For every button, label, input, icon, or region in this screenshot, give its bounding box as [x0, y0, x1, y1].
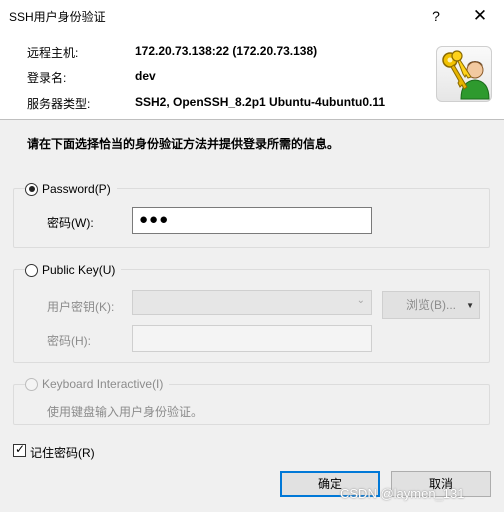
- help-button[interactable]: ?: [424, 5, 448, 27]
- public-key-radio[interactable]: [25, 263, 38, 277]
- passphrase-label: 密码(H):: [47, 334, 91, 348]
- password-radio-option[interactable]: Password(P): [25, 181, 117, 197]
- password-value: ●●●: [139, 211, 170, 228]
- browse-button-label: 浏览(B)...: [406, 298, 456, 312]
- watermark-text: CSDN @laymen_131: [340, 486, 465, 501]
- remote-host-label: 远程主机:: [27, 46, 79, 60]
- keyboard-interactive-description: 使用键盘输入用户身份验证。: [47, 405, 204, 419]
- user-key-select[interactable]: ⌄: [132, 290, 372, 315]
- login-name-label: 登录名:: [27, 71, 67, 85]
- remote-host-value: 172.20.73.138:22 (172.20.73.138): [135, 44, 318, 58]
- login-name-value: dev: [135, 69, 156, 83]
- checkmark-icon: ✓: [15, 442, 26, 456]
- chevron-down-icon: ⌄: [356, 295, 365, 306]
- public-key-radio-option[interactable]: Public Key(U): [25, 262, 122, 278]
- keyboard-interactive-radio-label: Keyboard Interactive(I): [42, 377, 168, 391]
- passphrase-input[interactable]: [132, 325, 372, 352]
- password-radio-label: Password(P): [42, 182, 115, 196]
- dropdown-arrow-icon: ▼: [466, 301, 474, 310]
- window-title: SSH用户身份验证: [9, 10, 106, 24]
- keyboard-interactive-radio-option[interactable]: Keyboard Interactive(I): [25, 376, 170, 392]
- keyboard-interactive-radio[interactable]: [25, 377, 38, 391]
- remember-password-label: 记住密码(R): [30, 446, 95, 460]
- user-key-label: 用户密钥(K):: [47, 300, 115, 314]
- instruction-text: 请在下面选择恰当的身份验证方法并提供登录所需的信息。: [27, 137, 340, 151]
- close-button[interactable]: ✕: [466, 5, 494, 27]
- password-input[interactable]: ●●●: [132, 207, 372, 234]
- server-type-label: 服务器类型:: [27, 97, 91, 111]
- remember-password-checkbox[interactable]: ✓: [13, 442, 26, 457]
- password-radio[interactable]: [25, 182, 38, 196]
- server-type-value: SSH2, OpenSSH_8.2p1 Ubuntu-4ubuntu0.11: [135, 95, 386, 109]
- browse-button[interactable]: 浏览(B)... ▼: [382, 291, 480, 319]
- title-bar: SSH用户身份验证 ? ✕: [0, 0, 504, 32]
- user-keys-icon: [436, 46, 492, 102]
- password-field-label: 密码(W):: [47, 216, 94, 230]
- public-key-radio-label: Public Key(U): [42, 263, 120, 277]
